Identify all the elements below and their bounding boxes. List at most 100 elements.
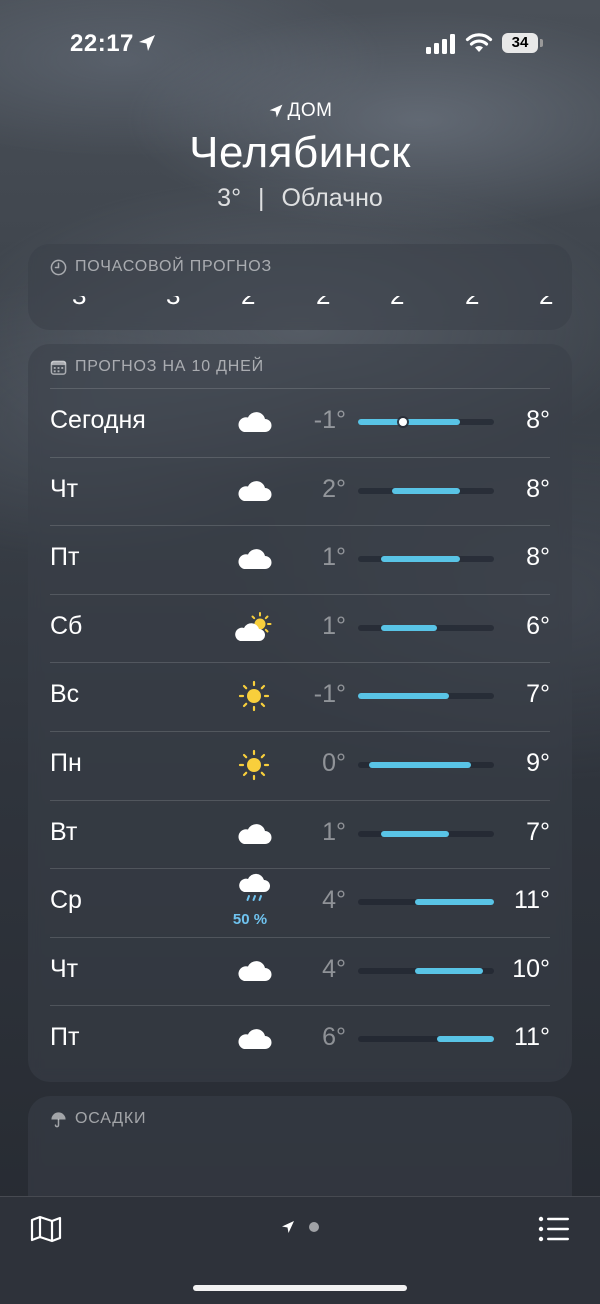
- hourly-title-text: ПОЧАСОВОЙ ПРОГНОЗ: [75, 258, 272, 275]
- battery-level: 34: [502, 33, 538, 53]
- cellular-signal-icon: [426, 34, 455, 54]
- temp-range-bar: [380, 830, 449, 837]
- temp-range-track: [358, 624, 494, 631]
- high-temp: 8°: [526, 543, 550, 572]
- temp-range-track: [358, 899, 494, 906]
- daily-title-text: ПРОГНОЗ НА 10 ДНЕЙ: [75, 358, 264, 375]
- wifi-icon: [465, 33, 493, 52]
- temp-range-track: [358, 762, 494, 768]
- daily-card-title: ПРОГНОЗ НА 10 ДНЕЙ: [50, 358, 264, 376]
- hourly-temp: 2: [390, 296, 404, 311]
- umbrella-icon: [51, 1111, 66, 1127]
- day-label: Чт: [50, 954, 79, 983]
- cloud-icon: [234, 404, 274, 440]
- temp-range-track: [358, 1036, 494, 1043]
- temp-range-bar: [358, 693, 449, 700]
- forecast-row[interactable]: Сегодня -1° 8°: [50, 388, 550, 456]
- list-icon[interactable]: [538, 1216, 570, 1242]
- day-label: Пт: [50, 1023, 80, 1052]
- page-indicator-dot[interactable]: [309, 1222, 319, 1232]
- hourly-temp: 2: [465, 296, 479, 311]
- location-label: ДОМ: [0, 96, 600, 126]
- hourly-card-title: ПОЧАСОВОЙ ПРОГНОЗ: [50, 258, 272, 276]
- day-label: Пн: [50, 749, 82, 777]
- ten-day-forecast-card[interactable]: ПРОГНОЗ НА 10 ДНЕЙ Сегодня -1° 8° Чт 2° 8° Пт 1…: [28, 344, 572, 1082]
- condition-text: Облачно: [281, 184, 383, 212]
- location-arrow-icon: [139, 35, 155, 51]
- partly-sunny-icon: [234, 610, 274, 646]
- low-temp: 6°: [322, 1023, 346, 1052]
- row-divider: [50, 1005, 550, 1007]
- cloud-icon: [234, 953, 274, 989]
- sun-icon: [234, 678, 274, 714]
- temp-range-bar: [369, 762, 472, 768]
- row-divider: [50, 936, 550, 938]
- home-indicator[interactable]: [193, 1285, 407, 1291]
- precip-chance: 50 %: [232, 911, 268, 929]
- current-location-page-icon[interactable]: [281, 1220, 295, 1234]
- high-temp: 7°: [526, 817, 550, 846]
- current-conditions: 3° | Облачно: [0, 184, 600, 213]
- temp-range-track: [358, 418, 494, 426]
- forecast-row[interactable]: Пт 1° 8°: [50, 525, 550, 593]
- low-temp: 1°: [322, 817, 346, 846]
- low-temp: 4°: [322, 954, 346, 983]
- temp-range-track: [358, 967, 494, 974]
- status-bar: 22:17 34: [0, 0, 600, 90]
- location-label-text: ДОМ: [287, 100, 333, 121]
- day-label: Вс: [50, 680, 80, 709]
- hourly-temp: 2: [539, 296, 553, 311]
- forecast-row[interactable]: Пн 0° 9°: [50, 731, 550, 799]
- sun-icon: [234, 747, 274, 783]
- row-divider: [50, 388, 550, 389]
- forecast-row[interactable]: Вс -1° 7°: [50, 662, 550, 730]
- high-temp: 8°: [526, 474, 550, 503]
- low-temp: 2°: [322, 474, 346, 503]
- cloud-icon: [234, 541, 274, 577]
- high-temp: 11°: [514, 1023, 550, 1052]
- row-divider: [50, 662, 550, 664]
- low-temp: -1°: [313, 406, 346, 434]
- precip-title-text: ОСАДКИ: [75, 1110, 147, 1127]
- current-temperature: 3°: [217, 184, 242, 212]
- day-label: Ср: [50, 886, 82, 915]
- conditions-separator: |: [258, 184, 265, 212]
- map-icon[interactable]: [30, 1215, 62, 1243]
- forecast-row[interactable]: Ср 50 % 4° 11°: [50, 868, 550, 936]
- forecast-row[interactable]: Сб 1° 6°: [50, 593, 550, 662]
- precip-card-title: ОСАДКИ: [50, 1110, 146, 1128]
- row-divider: [50, 525, 550, 527]
- temp-range-bar: [414, 899, 494, 906]
- day-label: Сб: [50, 611, 83, 640]
- hourly-temp: 2: [241, 296, 255, 311]
- low-temp: 0°: [322, 749, 346, 777]
- high-temp: 9°: [526, 749, 550, 777]
- low-temp: 4°: [322, 886, 346, 915]
- row-divider: [50, 593, 550, 595]
- temp-range-track: [358, 830, 494, 837]
- temp-range-bar: [358, 419, 460, 425]
- hourly-forecast-card[interactable]: ПОЧАСОВОЙ ПРОГНОЗ 3 3 2 2 2 2 2: [28, 244, 572, 330]
- low-temp: 1°: [322, 543, 346, 572]
- status-time: 22:17: [70, 30, 134, 57]
- forecast-row[interactable]: Пт 6° 11°: [50, 1005, 550, 1073]
- hourly-temp: 2: [316, 296, 330, 311]
- hourly-strip[interactable]: 3 3 2 2 2 2 2: [28, 296, 572, 330]
- calendar-icon: [50, 360, 67, 375]
- day-label: Пт: [50, 543, 80, 572]
- temp-range-track: [358, 487, 494, 494]
- row-divider: [50, 799, 550, 801]
- forecast-row[interactable]: Чт 2° 8°: [50, 456, 550, 525]
- low-temp: -1°: [313, 680, 346, 709]
- temp-range-bar: [414, 967, 483, 974]
- high-temp: 10°: [512, 954, 550, 983]
- forecast-row[interactable]: Вт 1° 7°: [50, 799, 550, 868]
- location-arrow-icon: [269, 104, 282, 118]
- hourly-temp: 3: [72, 296, 86, 311]
- low-temp: 1°: [322, 611, 346, 640]
- battery-indicator: 34: [502, 33, 544, 55]
- location-header: ДОМ Челябинск 3° | Облачно: [0, 96, 600, 213]
- temp-range-bar: [392, 487, 460, 494]
- temp-range-bar: [380, 624, 438, 631]
- forecast-row[interactable]: Чт 4° 10°: [50, 936, 550, 1005]
